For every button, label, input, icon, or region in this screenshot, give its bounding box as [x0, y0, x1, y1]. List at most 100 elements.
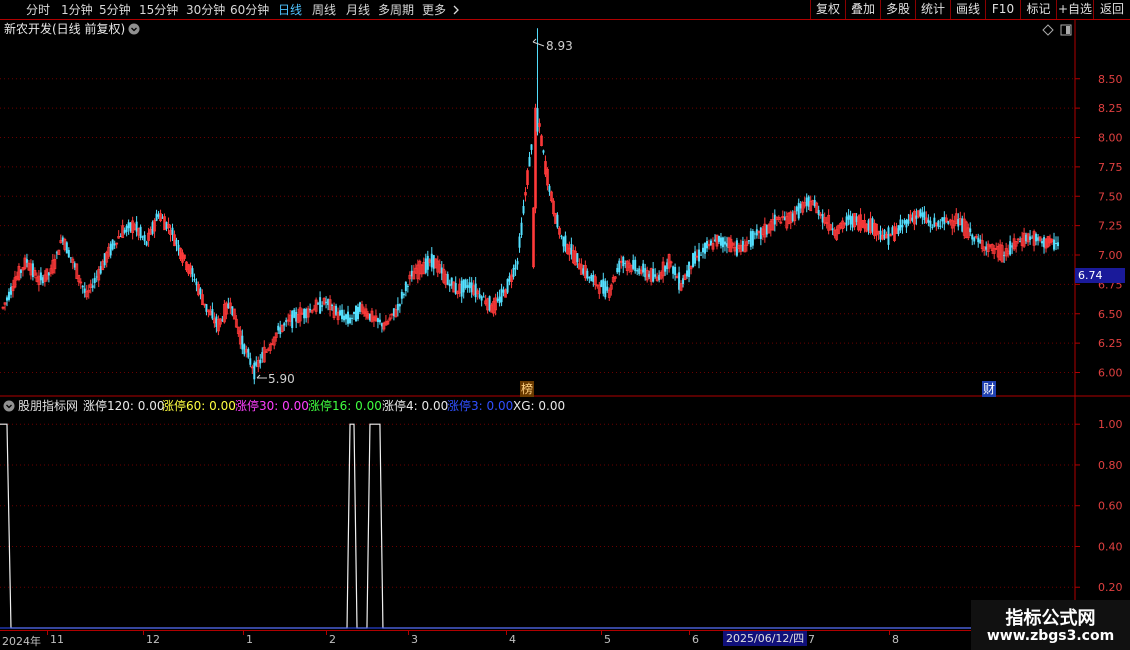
date-axis-tick — [243, 631, 244, 635]
candle-body — [426, 255, 429, 270]
candle-body — [283, 323, 286, 326]
candle-body — [1055, 242, 1058, 244]
candle-body — [331, 304, 334, 306]
candle-body — [636, 270, 639, 272]
candle-body — [424, 258, 427, 273]
candle-body — [404, 282, 407, 292]
candle-body — [795, 206, 798, 212]
candle-body — [343, 315, 346, 321]
candle-body — [919, 209, 922, 217]
indicator-menu-icon[interactable] — [3, 400, 15, 412]
candle-body — [700, 254, 703, 256]
candle-body — [723, 241, 726, 245]
candle-body — [751, 230, 754, 246]
candle-body — [516, 261, 519, 265]
candle-body — [1009, 241, 1012, 255]
candle-body — [247, 348, 250, 358]
candle-body — [973, 237, 976, 242]
candle-body — [175, 239, 178, 245]
price-tick-label: 7.25 — [1098, 220, 1123, 233]
candle-body — [69, 257, 72, 259]
candle-body — [398, 304, 401, 307]
candle-body — [351, 317, 354, 319]
indicator-name: 股朋指标网 — [18, 399, 79, 413]
cursor-date: 2025/06/12/四 — [723, 631, 808, 646]
candle-body — [971, 234, 974, 240]
candle-body — [921, 212, 924, 218]
candle-body — [123, 229, 126, 233]
indicator-value-1: 涨停60: 0.00 — [162, 399, 236, 413]
candle-body — [753, 233, 756, 235]
candle-body — [588, 276, 591, 279]
candle-body — [111, 239, 114, 250]
candle-body — [5, 297, 8, 301]
candle-body — [560, 235, 563, 237]
candle-body — [634, 259, 637, 272]
candle-body — [354, 305, 357, 322]
date-axis-tick — [601, 631, 602, 635]
price-tick-label: 7.00 — [1098, 249, 1123, 262]
candle-body — [1041, 241, 1044, 244]
candle-body — [498, 296, 501, 304]
candle-body — [65, 242, 68, 254]
price-tick-label: 6.50 — [1098, 308, 1123, 321]
candle-body — [931, 226, 934, 228]
candle-body — [1029, 236, 1032, 240]
candle-body — [249, 358, 252, 365]
date-axis-label: 12 — [146, 633, 160, 646]
candle-body — [1057, 242, 1060, 247]
candle-body — [520, 222, 523, 236]
candle-body — [849, 215, 852, 225]
xg-indicator-line — [0, 423, 1075, 629]
candle-body — [664, 266, 667, 272]
indicator-tick-label: 0.20 — [1098, 581, 1123, 594]
candle-body — [901, 225, 904, 228]
candle-body — [139, 226, 142, 238]
indicator-value-5: 涨停3: 0.00 — [447, 399, 514, 413]
low-price-label: 5.90 — [268, 372, 295, 386]
candle-body — [600, 280, 603, 288]
date-axis-label: 11 — [50, 633, 64, 646]
price-tick-label: 8.25 — [1098, 102, 1123, 115]
candle-body — [7, 291, 10, 300]
candle-body — [430, 253, 433, 268]
candle-body — [480, 296, 483, 301]
candle-body — [518, 236, 521, 248]
cai-badge[interactable]: 财 — [982, 381, 997, 397]
candle-body — [193, 279, 196, 281]
indicator-value-2: 涨停30: 0.00 — [235, 399, 309, 413]
candle-body — [448, 283, 451, 287]
candle-body — [847, 214, 850, 220]
date-axis: 2024年 11 12 1 2 3 4 5 6 7 8 — [0, 630, 1075, 650]
date-axis-tick — [326, 631, 327, 635]
candle-body — [939, 225, 942, 227]
candle-body — [749, 231, 752, 247]
bang-badge[interactable]: 榜 — [520, 381, 535, 397]
candle-body — [672, 266, 675, 274]
candle-body — [339, 310, 342, 316]
date-axis-label: 3 — [411, 633, 418, 646]
candle-body — [303, 308, 306, 319]
indicator-tick-label: 1.00 — [1098, 418, 1123, 431]
date-axis-label: 7 — [808, 633, 815, 646]
candle-body — [512, 267, 515, 277]
candle-body — [797, 202, 800, 219]
candle-body — [67, 250, 70, 258]
candle-body — [717, 235, 720, 242]
candle-body — [969, 228, 972, 233]
price-tick-label: 7.75 — [1098, 161, 1123, 174]
candle-body — [460, 280, 463, 297]
candle-body — [805, 197, 808, 206]
date-axis-label: 2 — [329, 633, 336, 646]
candle-body — [478, 294, 481, 298]
candle-body — [632, 260, 635, 269]
kline-chart[interactable]: 8.508.258.007.757.507.257.006.756.506.25… — [0, 0, 1130, 650]
candle-body — [349, 317, 352, 324]
candle-body — [243, 344, 246, 355]
candle-body — [688, 261, 691, 278]
candle-body — [686, 270, 689, 277]
candle-body — [937, 220, 940, 227]
candle-body — [530, 144, 533, 150]
watermark: 指标公式网 www.zbgs3.com — [971, 600, 1130, 650]
candle-body — [556, 214, 559, 228]
